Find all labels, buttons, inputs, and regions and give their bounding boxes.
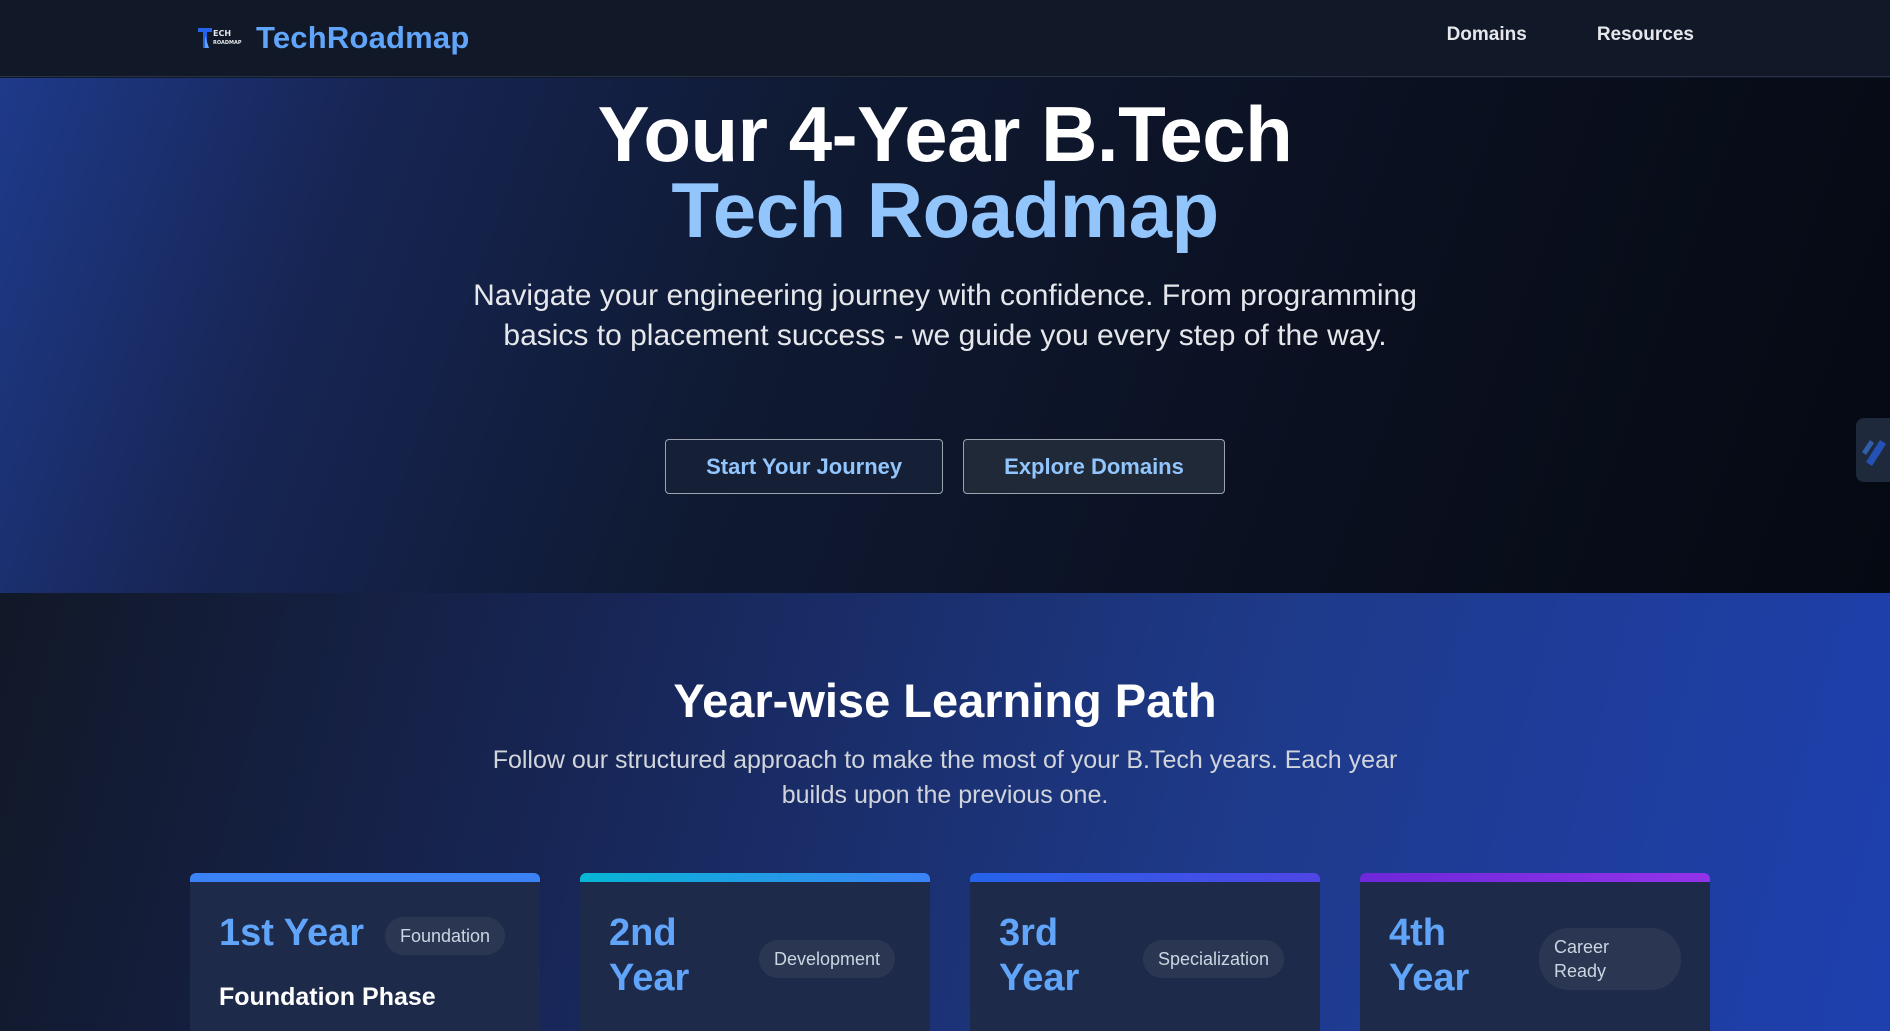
year-card-accent-bar (580, 873, 930, 882)
year-card-accent-bar (1360, 873, 1710, 882)
hero-subtitle: Navigate your engineering journey with c… (473, 279, 1417, 352)
learning-path-subtitle: Follow our structured approach to make t… (492, 746, 1398, 809)
start-journey-button[interactable]: Start Your Journey (665, 439, 944, 494)
hero-section: Your 4-Year B.Tech Tech Roadmap Navigate… (0, 78, 1890, 593)
svg-text:ROADMAP: ROADMAP (213, 40, 242, 46)
year-card-accent-bar (190, 873, 540, 882)
year-card-title: 1st Year (219, 912, 365, 954)
year-card-title: 3rd Year (999, 912, 1080, 999)
top-navbar: ECH ROADMAP TechRoadmap Domains Resource… (0, 0, 1890, 77)
hero-title-line1: Your 4-Year B.Tech (597, 90, 1293, 178)
nav-links: Domains Resources (1447, 24, 1694, 46)
year-card-1[interactable]: 1st Year Foundation Foundation Phase (190, 873, 540, 1031)
year-card-badge: Development (759, 940, 896, 978)
learning-path-title: Year-wise Learning Path (673, 674, 1217, 727)
year-card-4[interactable]: 4th Year Career Ready (1360, 873, 1710, 1031)
year-cards: 1st Year Foundation Foundation Phase 2nd… (190, 873, 1710, 1031)
year-card-accent-bar (970, 873, 1320, 882)
hero-title: Your 4-Year B.Tech Tech Roadmap (0, 90, 1890, 254)
year-card-title: 2nd Year (609, 912, 690, 999)
year-card-badge: Foundation (385, 917, 506, 955)
explore-domains-button[interactable]: Explore Domains (963, 439, 1225, 494)
brand-link[interactable]: ECH ROADMAP TechRoadmap (196, 18, 470, 58)
year-card-phase: Foundation Phase (219, 983, 436, 1011)
year-card-2[interactable]: 2nd Year Development (580, 873, 930, 1031)
svg-text:ECH: ECH (213, 29, 231, 38)
brand-name: TechRoadmap (256, 20, 470, 55)
nav-link-resources[interactable]: Resources (1597, 24, 1694, 46)
year-card-3[interactable]: 3rd Year Specialization (970, 873, 1320, 1031)
hero-buttons: Start Your Journey Explore Domains (0, 439, 1890, 494)
side-tab-widget[interactable] (1856, 418, 1890, 482)
year-card-title: 4th Year (1389, 912, 1470, 999)
year-card-badge: Specialization (1143, 940, 1285, 978)
year-card-badge: Career Ready (1539, 928, 1681, 990)
nav-link-domains[interactable]: Domains (1447, 24, 1527, 46)
techroadmap-logo-icon: ECH ROADMAP (196, 24, 242, 52)
hero-title-line2: Tech Roadmap (671, 166, 1219, 254)
learning-path-section: Year-wise Learning Path Follow our struc… (0, 593, 1890, 1031)
pencil-icon (1862, 440, 1886, 466)
